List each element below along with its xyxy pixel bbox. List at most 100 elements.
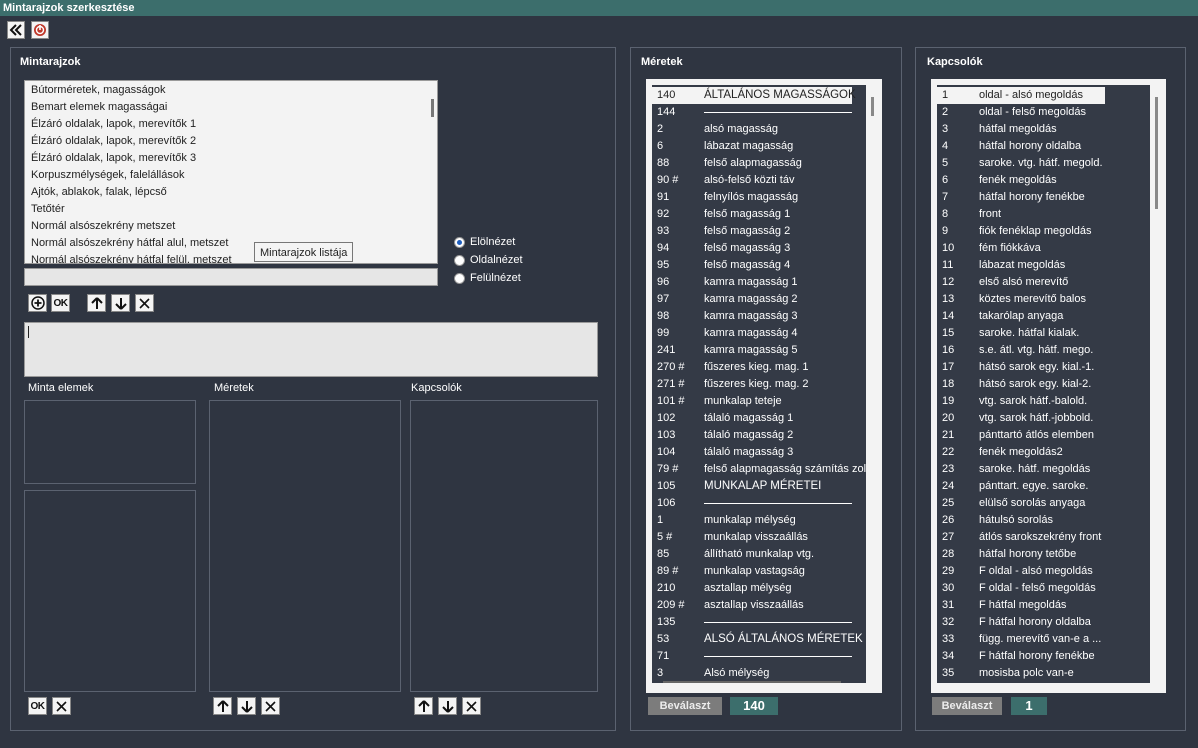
switches-list[interactable]: 1 oldal - alsó megoldás 2 oldal - felső meg… <box>931 79 1166 693</box>
dimension-list-item[interactable]: 90 # alsó-felső közti táv <box>652 172 866 189</box>
template-list-item[interactable]: Bútorméretek, magasságok <box>25 82 437 99</box>
switch-list-item[interactable]: 28 hátfal horony tetőbe <box>937 546 1150 563</box>
dimensions-select-button[interactable]: Beválaszt <box>648 697 722 715</box>
template-list-item[interactable]: Élzáró oldalak, lapok, merevítők 1 <box>25 116 437 133</box>
switch-list-item[interactable]: 30 F oldal - felső megoldás <box>937 580 1150 597</box>
switch-list-item[interactable]: 23 saroke. hátf. megoldás <box>937 461 1150 478</box>
switch-list-item[interactable]: 11 lábazat megoldás <box>937 257 1150 274</box>
dimension-list-item[interactable]: 94 felső magasság 3 <box>652 240 866 257</box>
switch-list-item[interactable]: 36 F hátfal horony tetőbe <box>937 682 1150 683</box>
dimension-list-item[interactable]: 71 <box>652 648 866 665</box>
switch-list-item[interactable]: 27 átlós sarokszekrény front <box>937 529 1150 546</box>
dimension-list-item[interactable]: 98 kamra magasság 3 <box>652 308 866 325</box>
dimension-list-item[interactable]: 89 # munkalap vastagság <box>652 563 866 580</box>
dimension-list-item[interactable]: 3 Alsó mélység <box>652 665 866 682</box>
switch-list-item[interactable]: 22 fenék megoldás2 <box>937 444 1150 461</box>
dimension-down-button[interactable] <box>237 697 256 715</box>
switch-list-item[interactable]: 34 F hátfal horony fenékbe <box>937 648 1150 665</box>
switch-list-item[interactable]: 12 első alsó merevítő <box>937 274 1150 291</box>
view-front-radio[interactable]: Elölnézet <box>454 236 515 248</box>
dimension-list-item[interactable]: 101 # munkalap teteje <box>652 393 866 410</box>
exit-button[interactable] <box>31 21 49 39</box>
switch-list-item[interactable]: 20 vtg. sarok hátf.-jobbold. <box>937 410 1150 427</box>
ok-template-button[interactable]: OK <box>51 294 70 312</box>
dimension-list-item[interactable]: 95 felső magasság 4 <box>652 257 866 274</box>
switch-list-item[interactable]: 33 függ. merevítő van-e a ... <box>937 631 1150 648</box>
dimension-list-item[interactable]: 1 munkalap mélység <box>652 512 866 529</box>
switch-list-item[interactable]: 4 hátfal horony oldalba <box>937 138 1150 155</box>
dimensions-scrollbar[interactable] <box>871 97 874 116</box>
dimension-list-item[interactable]: 270 # fűszeres kieg. mag. 1 <box>652 359 866 376</box>
dimension-list-item[interactable]: 85 állítható munkalap vtg. <box>652 546 866 563</box>
dimension-list-item[interactable]: 106 <box>652 495 866 512</box>
template-list-item[interactable]: Normál alsószekrény hátfal felül, metsze… <box>25 252 437 263</box>
switch-list-item[interactable]: 16 s.e. átl. vtg. hátf. mego. <box>937 342 1150 359</box>
dimension-list-item[interactable]: 92 felső magasság 1 <box>652 206 866 223</box>
dimension-list-item[interactable]: 5 # munkalap visszaállás <box>652 529 866 546</box>
elements-list-bottom[interactable] <box>24 490 196 692</box>
switch-list-item[interactable]: 25 elülső sorolás anyaga <box>937 495 1150 512</box>
dimension-list-item[interactable]: 93 felső magasság 2 <box>652 223 866 240</box>
switch-list-item[interactable]: 8 front <box>937 206 1150 223</box>
switch-list-item[interactable]: 19 vtg. sarok hátf.-balold. <box>937 393 1150 410</box>
template-list-item[interactable]: Bemart elemek magasságai <box>25 99 437 116</box>
dimension-list-item[interactable]: 6 lábazat magasság <box>652 138 866 155</box>
template-list-item[interactable]: Tetőtér <box>25 201 437 218</box>
dimension-list-item[interactable]: 104 tálaló magasság 3 <box>652 444 866 461</box>
switch-list-item[interactable]: 26 hátulsó sorolás <box>937 512 1150 529</box>
template-list-item[interactable]: Normál alsószekrény metszet <box>25 218 437 235</box>
template-description-field[interactable] <box>24 322 598 377</box>
switch-list-item[interactable]: 2 oldal - felső megoldás <box>937 104 1150 121</box>
dimension-list-item[interactable]: 144 <box>652 104 866 121</box>
switch-list-item[interactable]: 17 hátsó sarok egy. kial.-1. <box>937 359 1150 376</box>
switch-up-button[interactable] <box>414 697 433 715</box>
switch-list-item[interactable]: 7 hátfal horony fenékbe <box>937 189 1150 206</box>
switch-list-item[interactable]: 13 köztes merevítő balos <box>937 291 1150 308</box>
switches-select-button[interactable]: Beválaszt <box>932 697 1002 715</box>
template-list-item[interactable]: Ajtók, ablakok, falak, lépcső <box>25 184 437 201</box>
dimension-list-item[interactable]: 209 # asztallap visszaállás <box>652 597 866 614</box>
template-list-item[interactable]: Élzáró oldalak, lapok, merevítők 3 <box>25 150 437 167</box>
template-dimensions-list[interactable] <box>209 400 401 692</box>
view-side-radio[interactable]: Oldalnézet <box>454 254 523 266</box>
dimension-list-item[interactable]: 53 ALSÓ ÁLTALÁNOS MÉRETEK <box>652 631 866 648</box>
switch-list-item[interactable]: 18 hátsó sarok egy. kial-2. <box>937 376 1150 393</box>
dimensions-list[interactable]: 140 ÁLTALÁNOS MAGASSÁGOK 144 2 alsó magasság… <box>646 79 882 693</box>
dimension-list-item[interactable]: 96 kamra magasság 1 <box>652 274 866 291</box>
dimension-list-item[interactable]: 140 ÁLTALÁNOS MAGASSÁGOK <box>652 87 856 104</box>
switch-list-item[interactable]: 32 F hátfal horony oldalba <box>937 614 1150 631</box>
switch-list-item[interactable]: 21 pánttartó átlós elemben <box>937 427 1150 444</box>
dimension-list-item[interactable]: 241 kamra magasság 5 <box>652 342 866 359</box>
dimension-list-item[interactable]: 271 # fűszeres kieg. mag. 2 <box>652 376 866 393</box>
dimension-list-item[interactable]: 79 # felső alapmagasság számítás zoli <box>652 461 866 478</box>
switches-scrollbar[interactable] <box>1155 97 1158 209</box>
dimension-list-item[interactable]: 88 felső alapmagasság <box>652 155 866 172</box>
delete-element-button[interactable] <box>52 697 71 715</box>
template-list-item[interactable]: Korpuszmélységek, falelállások <box>25 167 437 184</box>
switch-list-item[interactable]: 3 hátfal megoldás <box>937 121 1150 138</box>
dimensions-hscrollbar[interactable] <box>663 681 841 683</box>
back-button[interactable] <box>7 21 25 39</box>
switch-list-item[interactable]: 9 fiók fenéklap megoldás <box>937 223 1150 240</box>
elements-list-top[interactable] <box>24 400 196 484</box>
switch-down-button[interactable] <box>438 697 457 715</box>
switch-list-item[interactable]: 6 fenék megoldás <box>937 172 1150 189</box>
move-up-button[interactable] <box>87 294 106 312</box>
template-list-item[interactable]: Élzáró oldalak, lapok, merevítők 2 <box>25 133 437 150</box>
switch-list-item[interactable]: 15 saroke. hátfal kialak. <box>937 325 1150 342</box>
switch-delete-button[interactable] <box>462 697 481 715</box>
switch-list-item[interactable]: 1 oldal - alsó megoldás <box>937 87 1105 104</box>
switch-list-item[interactable]: 29 F oldal - alsó megoldás <box>937 563 1150 580</box>
dimension-list-item[interactable]: 135 <box>652 614 866 631</box>
switch-list-item[interactable]: 14 takarólap anyaga <box>937 308 1150 325</box>
template-list-item[interactable]: Normál alsószekrény hátfal alul, metszet <box>25 235 437 252</box>
dimension-list-item[interactable]: 99 kamra magasság 4 <box>652 325 866 342</box>
move-down-button[interactable] <box>111 294 130 312</box>
templates-scrollbar[interactable] <box>431 99 434 117</box>
add-template-button[interactable] <box>28 294 47 312</box>
dimension-delete-button[interactable] <box>261 697 280 715</box>
ok-elements-button[interactable]: OK <box>28 697 47 715</box>
delete-template-button[interactable] <box>135 294 154 312</box>
dimension-up-button[interactable] <box>213 697 232 715</box>
dimension-list-item[interactable]: 102 tálaló magasság 1 <box>652 410 866 427</box>
